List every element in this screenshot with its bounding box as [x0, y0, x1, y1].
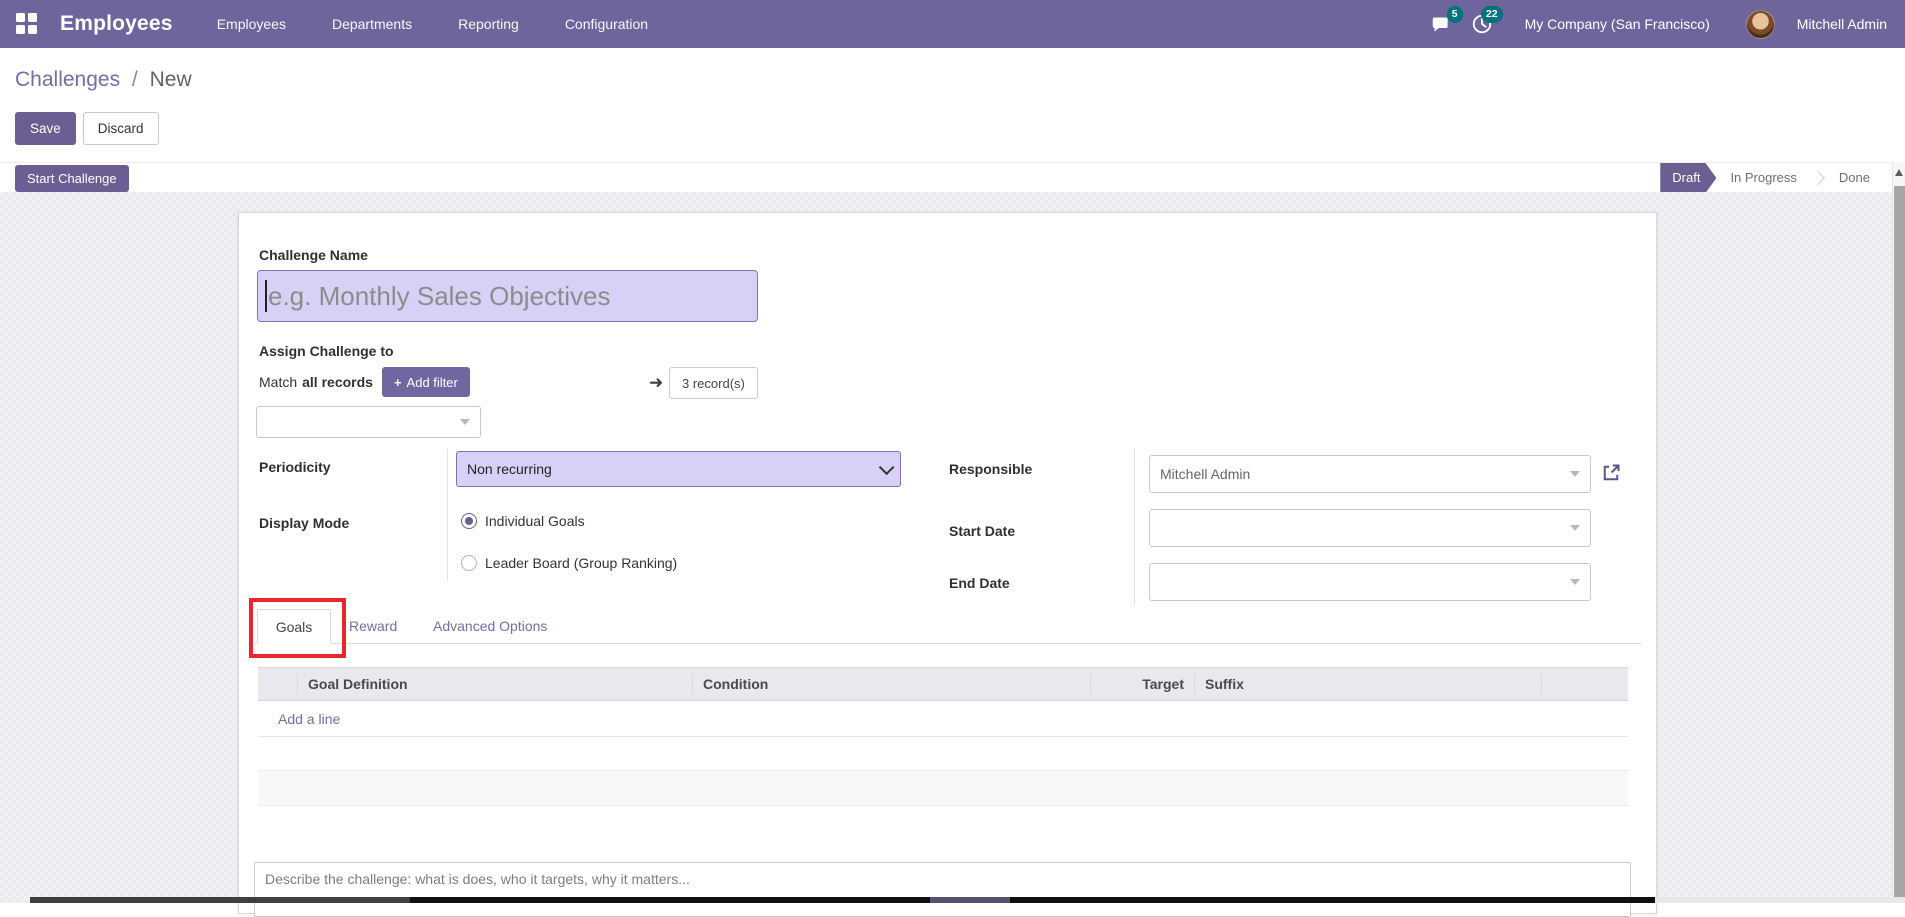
periodicity-value: Non recurring — [467, 461, 552, 477]
match-prefix: Match — [259, 374, 297, 390]
display-mode-label: Display Mode — [259, 515, 349, 531]
top-menu: Employees Departments Reporting Configur… — [217, 16, 648, 32]
radio-individual-goals-label[interactable]: Individual Goals — [485, 513, 585, 529]
taskbar-edge-highlight — [930, 897, 1010, 903]
arrow-right-icon: ➜ — [649, 373, 663, 393]
systray: 5 22 My Company (San Francisco) Mitchell… — [1429, 10, 1893, 39]
breadcrumb-new: New — [150, 68, 192, 91]
filter-domain-select[interactable] — [256, 406, 481, 438]
menu-employees[interactable]: Employees — [217, 16, 286, 32]
apps-menu-icon[interactable] — [16, 13, 38, 35]
vertical-scrollbar[interactable] — [1892, 162, 1905, 903]
tab-goals[interactable]: Goals — [257, 609, 331, 644]
chevron-down-icon — [879, 459, 895, 475]
discard-button[interactable]: Discard — [83, 112, 159, 145]
taskbar-edge — [1655, 897, 1905, 903]
col-condition[interactable]: Condition — [693, 674, 1091, 694]
start-challenge-button[interactable]: Start Challenge — [15, 165, 129, 192]
company-switcher[interactable]: My Company (San Francisco) — [1525, 16, 1710, 32]
messages-icon[interactable]: 5 — [1429, 11, 1455, 37]
activities-icon[interactable]: 22 — [1469, 11, 1495, 37]
end-date-label: End Date — [949, 575, 1010, 591]
messages-badge: 5 — [1447, 6, 1463, 23]
col-suffix[interactable]: Suffix — [1195, 674, 1542, 694]
col-goal-definition[interactable]: Goal Definition — [298, 674, 693, 694]
description-textarea[interactable] — [254, 862, 1631, 917]
record-count-button[interactable]: 3 record(s) — [669, 367, 758, 399]
scroll-up-arrow-icon[interactable] — [1895, 169, 1903, 176]
responsible-input[interactable]: Mitchell Admin — [1149, 455, 1591, 493]
empty-row — [258, 737, 1628, 770]
top-navbar: Employees Employees Departments Reportin… — [0, 0, 1905, 48]
tab-advanced-options[interactable]: Advanced Options — [433, 609, 547, 644]
goals-table-header: Goal Definition Condition Target Suffix — [258, 667, 1628, 701]
col-trailing — [1542, 674, 1628, 694]
radio-leader-board-label[interactable]: Leader Board (Group Ranking) — [485, 555, 677, 571]
plus-icon: + — [394, 375, 402, 390]
add-line-row: Add a line — [258, 701, 1628, 737]
statusbar-steps: Draft In Progress Done — [1660, 163, 1884, 193]
empty-row — [258, 806, 1628, 839]
start-date-input[interactable] — [1149, 509, 1591, 547]
external-link-icon[interactable] — [1601, 463, 1621, 483]
start-date-label: Start Date — [949, 523, 1015, 539]
label-column-separator-left — [447, 449, 448, 581]
activities-badge: 22 — [1481, 6, 1503, 23]
responsible-value: Mitchell Admin — [1160, 466, 1250, 482]
chevron-right-icon — [1811, 171, 1825, 185]
goals-table: Goal Definition Condition Target Suffix … — [258, 667, 1628, 874]
menu-reporting[interactable]: Reporting — [458, 16, 519, 32]
caret-down-icon — [1570, 471, 1580, 477]
handle-column — [258, 674, 298, 694]
user-avatar[interactable] — [1746, 10, 1775, 39]
save-button[interactable]: Save — [15, 112, 76, 145]
breadcrumb-challenges[interactable]: Challenges — [15, 68, 120, 91]
assign-label: Assign Challenge to — [259, 343, 394, 359]
breadcrumb-separator: / — [132, 68, 138, 91]
tab-reward[interactable]: Reward — [349, 609, 397, 644]
form-sheet: Challenge Name Assign Challenge to Match… — [238, 212, 1657, 914]
step-done[interactable]: Done — [1825, 163, 1884, 193]
user-name[interactable]: Mitchell Admin — [1797, 16, 1887, 32]
add-filter-button[interactable]: + Add filter — [382, 367, 470, 397]
challenge-name-label: Challenge Name — [259, 247, 368, 263]
add-filter-label: Add filter — [407, 375, 458, 390]
radio-leader-board[interactable] — [461, 555, 477, 571]
col-target[interactable]: Target — [1091, 674, 1195, 694]
statusbar: Start Challenge Draft In Progress Done — [0, 162, 1892, 194]
scrollbar-thumb[interactable] — [1894, 186, 1905, 903]
radio-individual-goals[interactable] — [461, 513, 477, 529]
menu-departments[interactable]: Departments — [332, 16, 412, 32]
text-cursor — [265, 280, 267, 312]
match-records-text: all records — [302, 374, 373, 390]
periodicity-select[interactable]: Non recurring — [456, 451, 901, 487]
step-in-progress[interactable]: In Progress — [1716, 163, 1810, 193]
breadcrumb: Challenges / New — [15, 68, 192, 92]
challenge-name-input[interactable] — [257, 270, 758, 322]
caret-down-icon — [1570, 525, 1580, 531]
label-column-separator-right — [1134, 449, 1135, 605]
responsible-label: Responsible — [949, 461, 1032, 477]
app-brand[interactable]: Employees — [60, 12, 173, 36]
empty-row-striped — [258, 770, 1628, 806]
step-draft[interactable]: Draft — [1660, 163, 1716, 193]
caret-down-icon — [460, 419, 470, 425]
add-a-line-link[interactable]: Add a line — [278, 711, 340, 727]
end-date-input[interactable] — [1149, 563, 1591, 601]
taskbar-edge — [410, 897, 1655, 903]
tab-underline — [254, 643, 1641, 644]
menu-configuration[interactable]: Configuration — [565, 16, 648, 32]
periodicity-label: Periodicity — [259, 459, 331, 475]
taskbar-edge — [30, 897, 410, 903]
caret-down-icon — [1570, 579, 1580, 585]
content-background: Challenge Name Assign Challenge to Match… — [0, 192, 1893, 903]
